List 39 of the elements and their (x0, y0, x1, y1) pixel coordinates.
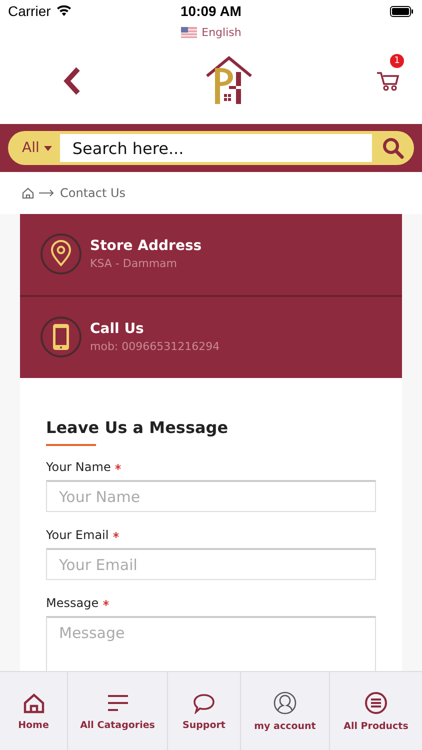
back-icon[interactable] (62, 66, 82, 96)
input-field[interactable]: Your Name (46, 480, 376, 512)
caret-icon (44, 146, 52, 150)
field-label: Your Email (46, 528, 109, 542)
speech-bubble-icon (192, 692, 216, 714)
contact-detail: mob: 00966531216294 (90, 340, 220, 353)
tab-item[interactable]: All Products (330, 672, 422, 750)
arrow-icon (39, 189, 55, 197)
flag-icon (180, 26, 197, 38)
field-label: Message (46, 596, 99, 610)
wifi-icon (56, 5, 72, 17)
tab-item[interactable]: Support (168, 672, 241, 750)
category-dropdown[interactable]: All (8, 134, 60, 162)
message-field[interactable]: Message (46, 616, 376, 671)
field-label: Your Name (46, 460, 111, 474)
home-icon (22, 692, 44, 714)
search-icon (382, 137, 404, 159)
home-icon[interactable] (22, 187, 34, 199)
cart-icon[interactable] (376, 70, 400, 92)
cart-count-badge: 1 (390, 54, 404, 68)
form-title: Leave Us a Message (46, 418, 230, 437)
battery-icon (390, 6, 414, 16)
breadcrumb-current: Contact Us (60, 186, 126, 200)
tab-item[interactable]: All Catagories (68, 672, 168, 750)
phone-icon (40, 316, 82, 358)
status-time: 10:09 AM (180, 3, 242, 19)
list-circle-icon (364, 690, 388, 714)
input-field[interactable]: Your Email (46, 548, 376, 580)
location-pin-icon (40, 233, 82, 275)
contact-title: Call Us (90, 321, 145, 337)
tab-item[interactable]: Home (0, 672, 68, 750)
user-icon (273, 690, 297, 714)
tab-item[interactable]: my account (241, 672, 330, 750)
language-selector[interactable]: English (202, 26, 242, 38)
contact-title: Store Address (90, 238, 202, 254)
carrier-label: Carrier (8, 3, 51, 19)
contact-detail: KSA - Dammam (90, 257, 178, 270)
logo-icon (204, 56, 254, 106)
search-field[interactable]: Search here... (60, 134, 372, 162)
